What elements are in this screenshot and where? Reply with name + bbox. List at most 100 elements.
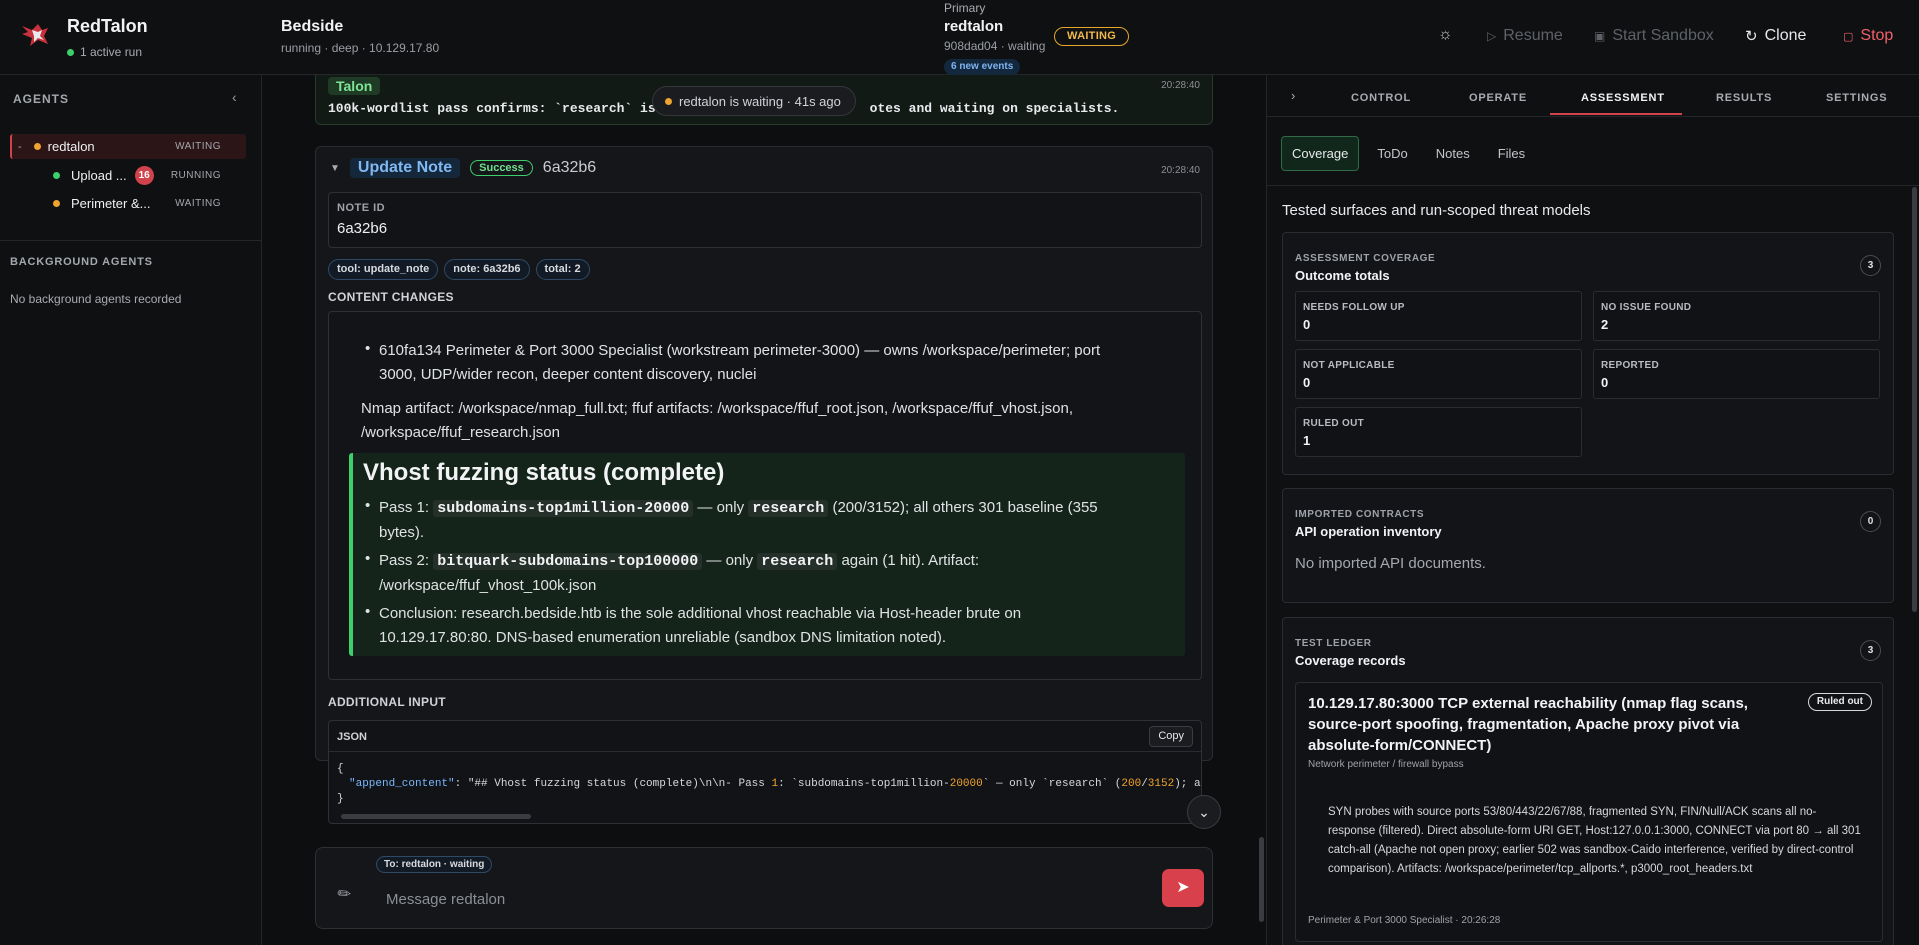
attach-paperclip-icon[interactable]: ✎	[333, 882, 356, 906]
note-chips: tool: update_note note: 6a32b6 total: 2	[328, 259, 590, 280]
card-count-badge: 3	[1860, 255, 1881, 276]
note-header[interactable]: ▼ Update Note Success 6a32b6	[330, 158, 596, 178]
content-bullet: 610fa134 Perimeter & Port 3000 Specialis…	[379, 342, 1101, 383]
message-input[interactable]	[386, 888, 1086, 910]
contracts-empty: No imported API documents.	[1295, 555, 1486, 572]
card-count-badge: 3	[1860, 640, 1881, 661]
update-note-card: ▼ Update Note Success 6a32b6 20:28:40 NO…	[315, 146, 1213, 824]
tab-settings[interactable]: SETTINGS	[1826, 92, 1887, 104]
tool-chip: tool: update_note	[328, 259, 439, 280]
message-composer: To: redtalon · waiting ✎ ➤	[315, 847, 1213, 929]
new-events-badge[interactable]: 6 new events	[944, 59, 1021, 75]
status-dot-icon	[53, 172, 60, 179]
bullet-icon: •	[365, 550, 371, 567]
collapse-sidebar-icon[interactable]: ‹	[232, 89, 237, 105]
subtab-todo[interactable]: ToDo	[1367, 136, 1417, 171]
horizontal-scrollbar[interactable]	[341, 814, 531, 819]
agents-heading: AGENTS	[13, 92, 70, 106]
vhost-status-block: Vhost fuzzing status (complete) • Pass 1…	[349, 453, 1185, 656]
agent-status: RUNNING	[170, 170, 221, 181]
active-run-text: 1 active run	[80, 45, 143, 59]
resume-button[interactable]: ▷ Resume	[1487, 27, 1563, 45]
collapse-caret-icon[interactable]: ▼	[330, 163, 340, 174]
message-feed[interactable]: Talon 20:28:40 100k-wordlist pass confir…	[263, 75, 1266, 945]
session-title: Bedside	[281, 18, 344, 35]
send-button[interactable]: ➤	[1162, 869, 1204, 907]
stat-no-issue-found: NO ISSUE FOUND 2	[1593, 291, 1880, 341]
bullet-icon: •	[365, 497, 371, 514]
redtalon-logo-icon	[22, 24, 48, 46]
tab-operate[interactable]: OPERATE	[1469, 92, 1527, 104]
artifact-paragraph: Nmap artifact: /workspace/nmap_full.txt;…	[361, 400, 1073, 441]
note-id-label: NOTE ID	[337, 202, 386, 214]
start-sandbox-button[interactable]: ▣ Start Sandbox	[1594, 27, 1714, 45]
message-timestamp: 20:28:40	[1161, 80, 1200, 91]
bullet-icon: •	[365, 340, 371, 357]
agent-status: WAITING	[175, 198, 221, 209]
json-label: JSON	[337, 731, 367, 743]
primary-label: Primary	[944, 1, 986, 15]
record-body: SYN probes with source ports 53/80/443/2…	[1328, 806, 1861, 875]
agent-status: WAITING	[175, 141, 221, 152]
theme-toggle-sun-icon[interactable]: ☼	[1438, 26, 1453, 44]
card-title: Coverage records	[1295, 653, 1406, 668]
json-viewer[interactable]: JSON Copy { "append_content": "## Vhost …	[328, 720, 1202, 824]
panel-scrollbar[interactable]	[1912, 187, 1917, 612]
subtab-notes[interactable]: Notes	[1426, 136, 1480, 171]
tab-results[interactable]: RESULTS	[1716, 92, 1772, 104]
primary-agent-subtitle: 908dad04 · waiting	[944, 39, 1046, 53]
pass2-item: Pass 2: bitquark-subdomains-top100000 — …	[379, 552, 980, 594]
active-tab-indicator	[1550, 113, 1682, 115]
status-dot-icon	[67, 48, 74, 56]
assessment-coverage-card: ASSESSMENT COVERAGE Outcome totals 3 NEE…	[1282, 232, 1894, 475]
agent-name: redtalon	[47, 139, 95, 154]
session-subtitle: running · deep · 10.129.17.80	[281, 41, 440, 55]
message-timestamp: 20:28:40	[1161, 165, 1200, 176]
expand-panel-chevron-icon[interactable]: ›	[1291, 88, 1295, 103]
background-agents-heading: BACKGROUND AGENTS	[10, 256, 153, 268]
app-brand: RedTalon	[67, 16, 148, 36]
status-dot-icon	[53, 200, 60, 207]
record-category: Network perimeter / firewall bypass	[1308, 759, 1464, 770]
play-icon: ▷	[1487, 29, 1497, 43]
bullet-icon: •	[365, 603, 371, 620]
coverage-record[interactable]: 10.129.17.80:3000 TCP external reachabil…	[1295, 682, 1883, 942]
subtab-files[interactable]: Files	[1488, 136, 1535, 171]
json-line: }	[337, 793, 344, 805]
status-dot-icon	[665, 97, 672, 105]
send-arrow-icon: ➤	[1176, 879, 1190, 896]
collapse-tree-icon[interactable]: -	[18, 141, 22, 153]
agent-item-redtalon[interactable]: - redtalon WAITING	[10, 134, 246, 159]
scroll-to-bottom-button[interactable]: ⌄	[1187, 795, 1221, 829]
agent-name: Perimeter &...	[71, 196, 151, 211]
recipient-chip[interactable]: To: redtalon · waiting	[376, 856, 493, 873]
record-title: 10.129.17.80:3000 TCP external reachabil…	[1308, 695, 1748, 754]
stop-button[interactable]: ▢ Stop	[1843, 27, 1893, 45]
clone-button[interactable]: ↻ Clone	[1745, 27, 1806, 45]
card-kicker: IMPORTED CONTRACTS	[1295, 509, 1425, 520]
primary-agent-name: redtalon	[944, 18, 1004, 35]
agent-count-badge: 16	[134, 166, 154, 185]
tab-assessment[interactable]: ASSESSMENT	[1581, 92, 1665, 104]
active-run-indicator: 1 active run	[67, 45, 142, 59]
copy-button[interactable]: Copy	[1149, 726, 1193, 747]
agent-item-upload[interactable]: Upload ... 16 RUNNING	[10, 163, 246, 188]
card-kicker: ASSESSMENT COVERAGE	[1295, 253, 1436, 264]
record-footer: Perimeter & Port 3000 Specialist · 20:26…	[1308, 915, 1501, 926]
agent-item-perimeter[interactable]: Perimeter &... WAITING	[10, 191, 246, 216]
stat-reported: REPORTED 0	[1593, 349, 1880, 399]
subtab-coverage[interactable]: Coverage	[1281, 136, 1360, 171]
feed-scrollbar[interactable]	[1259, 837, 1264, 922]
additional-input-label: ADDITIONAL INPUT	[328, 695, 446, 709]
card-count-badge: 0	[1860, 511, 1881, 532]
tab-control[interactable]: CONTROL	[1351, 92, 1411, 104]
waiting-toast: redtalon is waiting · 41s ago	[652, 86, 856, 116]
note-id-value: 6a32b6	[337, 220, 388, 237]
panel-heading: Tested surfaces and run-scoped threat mo…	[1282, 202, 1591, 219]
sandbox-icon: ▣	[1594, 29, 1606, 43]
json-line: {	[337, 763, 344, 775]
stat-not-applicable: NOT APPLICABLE 0	[1295, 349, 1582, 399]
note-title: Update Note	[349, 158, 461, 178]
stat-ruled-out: RULED OUT 1	[1295, 407, 1582, 457]
content-changes-label: CONTENT CHANGES	[328, 290, 454, 304]
